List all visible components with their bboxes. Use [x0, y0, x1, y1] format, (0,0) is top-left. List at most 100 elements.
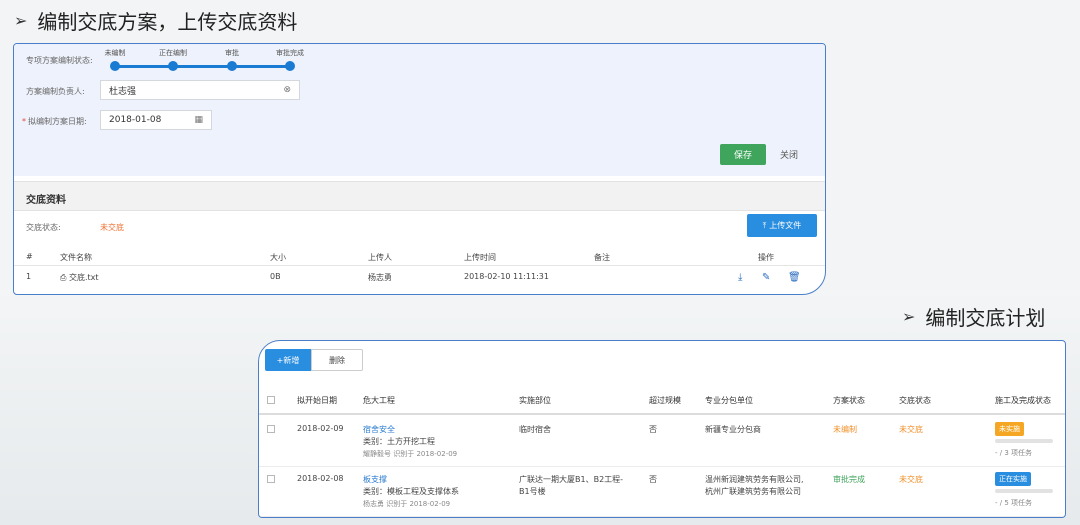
project-link[interactable]: 宿舍安全 — [363, 424, 395, 435]
uploader: 杨志勇 — [368, 273, 392, 282]
upload-button[interactable]: ⤒ 上传文件 — [747, 214, 817, 237]
upload-label: 上传文件 — [769, 221, 802, 230]
col-header: 交底状态 — [899, 396, 931, 405]
build-status-badge: 正在实施 — [995, 472, 1031, 486]
step-label: 审批 — [225, 49, 239, 57]
step-label: 正在编制 — [159, 49, 187, 57]
date-label: * 拟编制方案日期: — [22, 116, 87, 127]
row-number: 1 — [26, 272, 32, 281]
owner-label: 方案编制负责人: — [26, 87, 85, 96]
plan-status: 未编制 — [833, 425, 857, 434]
col-header: 操作 — [758, 253, 774, 262]
step-dot — [227, 61, 237, 71]
plan-status-label: 专项方案编制状态: — [26, 56, 93, 65]
col-header: 上传人 — [368, 253, 392, 262]
project-category: 类别：模板工程及支撑体系 — [363, 487, 459, 496]
clear-icon[interactable]: ⊗ — [283, 85, 291, 95]
col-header: 危大工程 — [363, 396, 395, 405]
location-line-2: B1号楼 — [519, 487, 546, 496]
plan-toolbar: +新增 删除 — [265, 349, 363, 371]
date-value: 2018-01-08 — [109, 115, 162, 125]
owner-select[interactable]: 杜志强 ⊗ — [100, 80, 300, 100]
plan-list-panel: +新增 删除 拟开始日期 危大工程 实施部位 超过规模 专业分包单位 方案状态 … — [258, 340, 1066, 518]
location: 广联达一期大厦B1、B2工程- — [519, 475, 624, 484]
row-checkbox[interactable] — [267, 425, 275, 433]
col-header: 实施部位 — [519, 396, 551, 405]
attachment-icon: ⎙ — [60, 273, 67, 282]
file-name-cell[interactable]: ⎙ 交底.txt — [60, 272, 99, 283]
edit-icon[interactable]: ✎ — [762, 272, 770, 283]
save-button[interactable]: 保存 — [720, 144, 766, 165]
upload-time: 2018-02-10 11:11:31 — [464, 272, 549, 281]
location: 临时宿舍 — [519, 425, 551, 434]
table-row: 2018-02-09 宿舍安全 类别：土方开挖工程 耀静毅号 识别于 2018-… — [259, 417, 1065, 467]
delete-icon[interactable]: 🗑 — [788, 272, 801, 283]
plan-form: 专项方案编制状态: 未编制 正在编制 审批 审批完成 方案编制负责人: 杜志强 … — [14, 44, 825, 176]
plan-edit-panel: 专项方案编制状态: 未编制 正在编制 审批 审批完成 方案编制负责人: 杜志强 … — [13, 43, 826, 295]
progress-bar — [995, 439, 1053, 443]
start-date: 2018-02-09 — [297, 424, 344, 433]
plan-status: 审批完成 — [833, 475, 865, 484]
brief-status-label: 交底状态: — [26, 223, 61, 232]
project-category: 类别：土方开挖工程 — [363, 437, 435, 446]
steps-line — [114, 65, 290, 68]
col-header: 超过规模 — [649, 396, 681, 405]
col-header: 方案状态 — [833, 396, 865, 405]
download-icon[interactable]: ⤓ — [738, 272, 742, 283]
table-row: 1 ⎙ 交底.txt 0B 杨志勇 2018-02-10 11:11:31 ⤓ … — [14, 266, 825, 292]
subcontractor: 温州新润建筑劳务有限公司, — [705, 475, 804, 484]
materials-title: 交底资料 — [26, 195, 66, 206]
date-label-text: 拟编制方案日期: — [28, 117, 87, 126]
progress-text: - / 3 项任务 — [995, 449, 1033, 457]
add-button[interactable]: +新增 — [265, 349, 311, 371]
col-header: 专业分包单位 — [705, 396, 753, 405]
progress-text: - / 5 项任务 — [995, 499, 1033, 507]
status-steps: 未编制 正在编制 审批 审批完成 — [105, 44, 304, 74]
col-header: 施工及完成状态 — [995, 396, 1051, 405]
step-dot — [110, 61, 120, 71]
section-heading-2: ➢ 编制交底计划 — [902, 302, 1045, 331]
build-status-text: 正在实施 — [995, 472, 1031, 486]
col-header: 上传时间 — [464, 253, 496, 262]
materials-header: 交底资料 — [14, 181, 825, 211]
oversize: 否 — [649, 475, 657, 484]
project-meta: 耀静毅号 识别于 2018-02-09 — [363, 450, 458, 458]
file-name: 交底.txt — [68, 273, 99, 282]
table-row: 2018-02-08 板支撑 类别：模板工程及支撑体系 杨志勇 识别于 2018… — [259, 467, 1065, 517]
plan-table-header: 拟开始日期 危大工程 实施部位 超过规模 专业分包单位 方案状态 交底状态 施工… — [259, 385, 1065, 415]
step-label: 未编制 — [104, 49, 126, 57]
heading-text: 编制交底方案，上传交底资料 — [37, 10, 298, 34]
col-header: 文件名称 — [60, 253, 92, 262]
step-dot — [285, 61, 295, 71]
brief-status-value: 未交底 — [100, 223, 124, 232]
oversize: 否 — [649, 425, 657, 434]
owner-value: 杜志强 — [109, 86, 137, 97]
brief-status: 未交底 — [899, 475, 923, 484]
arrow-bullet-icon: ➢ — [902, 307, 916, 326]
calendar-icon[interactable]: ▦ — [194, 115, 203, 125]
col-header: 大小 — [270, 253, 286, 262]
build-status-badge: 未实施 — [995, 422, 1024, 436]
arrow-bullet-icon: ➢ — [14, 11, 28, 30]
heading-text: 编制交底计划 — [925, 306, 1046, 330]
project-link[interactable]: 板支撑 — [363, 474, 387, 485]
step-label: 审批完成 — [276, 49, 304, 57]
progress-bar — [995, 489, 1053, 493]
step-dot — [168, 61, 178, 71]
col-header: 拟开始日期 — [297, 396, 337, 405]
select-all-checkbox[interactable] — [267, 396, 275, 404]
upload-icon: ⤒ — [762, 220, 767, 230]
col-header: 备注 — [594, 253, 610, 262]
build-status-text: 未实施 — [995, 422, 1024, 436]
file-size: 0B — [270, 272, 281, 281]
section-heading-1: ➢ 编制交底方案，上传交底资料 — [14, 6, 297, 35]
close-button[interactable]: 关闭 — [780, 148, 798, 161]
delete-button[interactable]: 删除 — [311, 349, 363, 371]
files-table-header: # 文件名称 大小 上传人 上传时间 备注 操作 — [14, 246, 825, 266]
project-meta: 杨志勇 识别于 2018-02-09 — [363, 500, 451, 508]
subcontractor-line-2: 杭州广联建筑劳务有限公司 — [705, 487, 801, 496]
col-header: # — [26, 252, 33, 261]
date-input[interactable]: 2018-01-08 ▦ — [100, 110, 212, 130]
brief-status: 未交底 — [899, 425, 923, 434]
row-checkbox[interactable] — [267, 475, 275, 483]
